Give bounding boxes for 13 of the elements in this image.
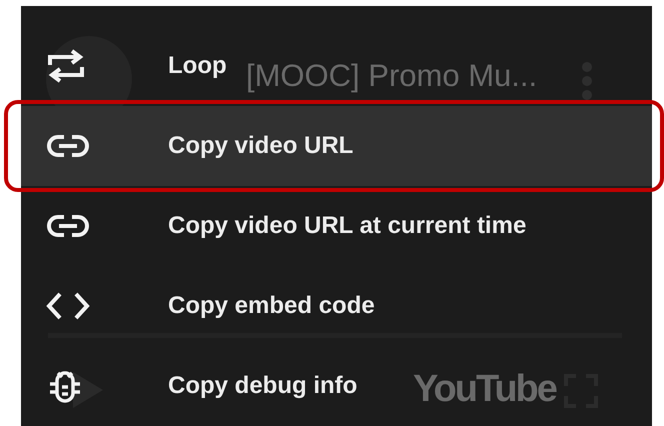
video-title: [MOOC] Promo Mu... bbox=[246, 58, 538, 94]
menu-item[interactable]: Copy embed code bbox=[21, 266, 379, 346]
menu-item[interactable]: Copy debug info bbox=[21, 346, 362, 426]
link-icon bbox=[46, 214, 90, 238]
repeat-icon bbox=[46, 49, 86, 83]
code-icon bbox=[46, 291, 90, 321]
menu-item[interactable]: Copy video URL bbox=[21, 106, 652, 186]
more-icon bbox=[581, 61, 593, 101]
play-icon bbox=[73, 372, 103, 408]
menu-item[interactable]: Copy video URL at current time bbox=[21, 186, 530, 266]
player-logo: YouTube bbox=[413, 368, 556, 411]
link-icon bbox=[46, 134, 90, 158]
menu-item[interactable]: Loop bbox=[21, 26, 231, 106]
